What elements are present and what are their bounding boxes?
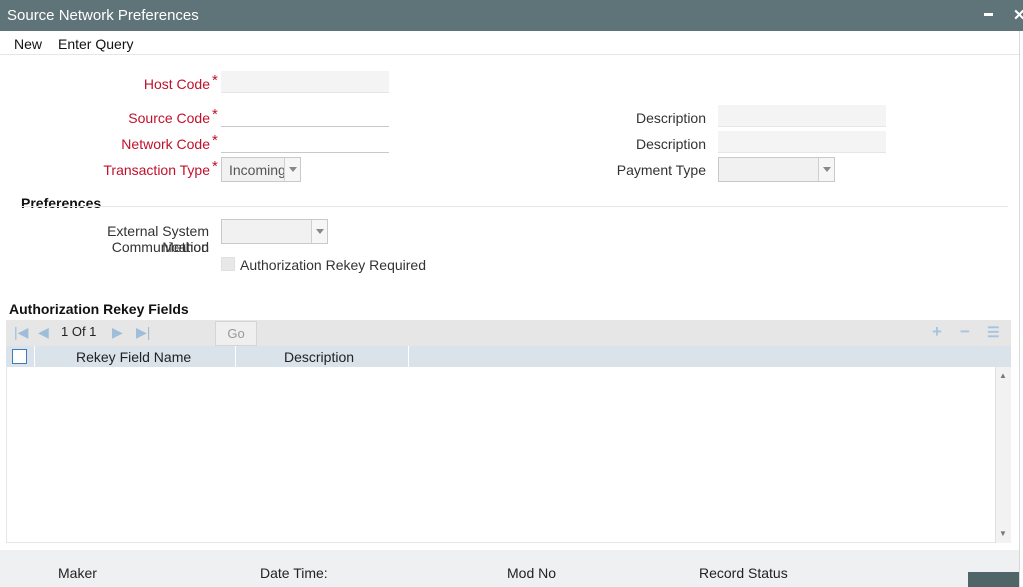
transaction-type-select[interactable]: Incoming bbox=[221, 157, 301, 182]
scroll-up-icon[interactable]: ▲ bbox=[999, 371, 1007, 380]
column-header-description[interactable]: Description bbox=[284, 349, 354, 365]
prev-page-icon[interactable]: ◀ bbox=[38, 324, 49, 341]
window-title: Source Network Preferences bbox=[7, 7, 199, 24]
column-separator bbox=[408, 346, 409, 367]
source-code-input[interactable] bbox=[221, 105, 389, 127]
first-page-icon[interactable]: |◀ bbox=[14, 324, 28, 341]
payment-type-label: Payment Type bbox=[616, 162, 706, 178]
network-code-label: Network Code bbox=[121, 136, 210, 152]
record-status-label: Record Status bbox=[699, 565, 788, 581]
audit-footer: Maker Date Time: Mod No Record Status bbox=[0, 550, 1023, 587]
host-code-label: Host Code bbox=[143, 76, 210, 92]
scroll-down-icon[interactable]: ▼ bbox=[999, 529, 1007, 538]
add-row-icon[interactable]: + bbox=[932, 322, 942, 342]
vertical-scrollbar[interactable]: ▲ ▼ bbox=[995, 367, 1011, 543]
page-indicator: 1 Of 1 bbox=[61, 324, 97, 339]
ext-comm-method-select[interactable] bbox=[221, 219, 328, 244]
preferences-heading: Preferences bbox=[21, 195, 102, 211]
window-titlebar: Source Network Preferences ✕ bbox=[0, 0, 1023, 31]
column-separator bbox=[34, 346, 35, 367]
grid-header: Rekey Field Name Description bbox=[6, 346, 1011, 367]
column-separator bbox=[235, 346, 236, 367]
required-marker: * bbox=[212, 72, 218, 89]
host-code-field[interactable] bbox=[221, 71, 389, 93]
list-view-icon[interactable]: ☰ bbox=[987, 324, 1000, 341]
required-marker: * bbox=[212, 132, 218, 149]
required-marker: * bbox=[212, 158, 218, 175]
auth-rekey-label: Authorization Rekey Required bbox=[240, 257, 426, 273]
network-description-field bbox=[718, 131, 886, 153]
required-marker: * bbox=[212, 106, 218, 123]
last-page-icon[interactable]: ▶| bbox=[136, 324, 150, 341]
grid-body bbox=[6, 367, 995, 543]
source-code-label: Source Code bbox=[128, 110, 210, 126]
date-time-label: Date Time: bbox=[260, 565, 328, 581]
window-right-border bbox=[1019, 31, 1023, 587]
grid-toolbar: |◀ ◀ 1 Of 1 ▶ ▶| Go + − ☰ bbox=[6, 320, 1011, 346]
go-button[interactable]: Go bbox=[215, 321, 257, 346]
minimize-icon[interactable] bbox=[984, 13, 993, 16]
auth-rekey-checkbox[interactable] bbox=[221, 257, 235, 271]
menu-enter-query[interactable]: Enter Query bbox=[58, 36, 133, 52]
source-description-label: Description bbox=[635, 110, 706, 126]
network-code-input[interactable] bbox=[221, 131, 389, 153]
payment-type-select[interactable] bbox=[718, 157, 835, 182]
transaction-type-value: Incoming bbox=[229, 162, 286, 178]
delete-row-icon[interactable]: − bbox=[960, 322, 970, 342]
source-description-field bbox=[718, 105, 886, 127]
chevron-down-icon[interactable] bbox=[818, 158, 834, 181]
menu-new[interactable]: New bbox=[14, 36, 42, 52]
menu-bar: New Enter Query bbox=[0, 31, 1023, 55]
close-icon[interactable]: ✕ bbox=[1013, 6, 1023, 24]
ext-comm-label-line2: Method bbox=[162, 239, 209, 255]
column-header-rekey-field-name[interactable]: Rekey Field Name bbox=[76, 349, 191, 365]
select-all-checkbox[interactable] bbox=[12, 349, 27, 364]
exit-button[interactable] bbox=[968, 572, 1023, 587]
mod-no-label: Mod No bbox=[507, 565, 557, 581]
chevron-down-icon[interactable] bbox=[311, 220, 327, 243]
next-page-icon[interactable]: ▶ bbox=[112, 324, 123, 341]
maker-label: Maker bbox=[58, 565, 97, 581]
rekey-fields-heading: Authorization Rekey Fields bbox=[9, 301, 189, 317]
chevron-down-icon[interactable] bbox=[284, 158, 300, 181]
network-description-label: Description bbox=[635, 136, 706, 152]
transaction-type-label: Transaction Type bbox=[103, 162, 210, 178]
divider bbox=[21, 206, 1008, 207]
